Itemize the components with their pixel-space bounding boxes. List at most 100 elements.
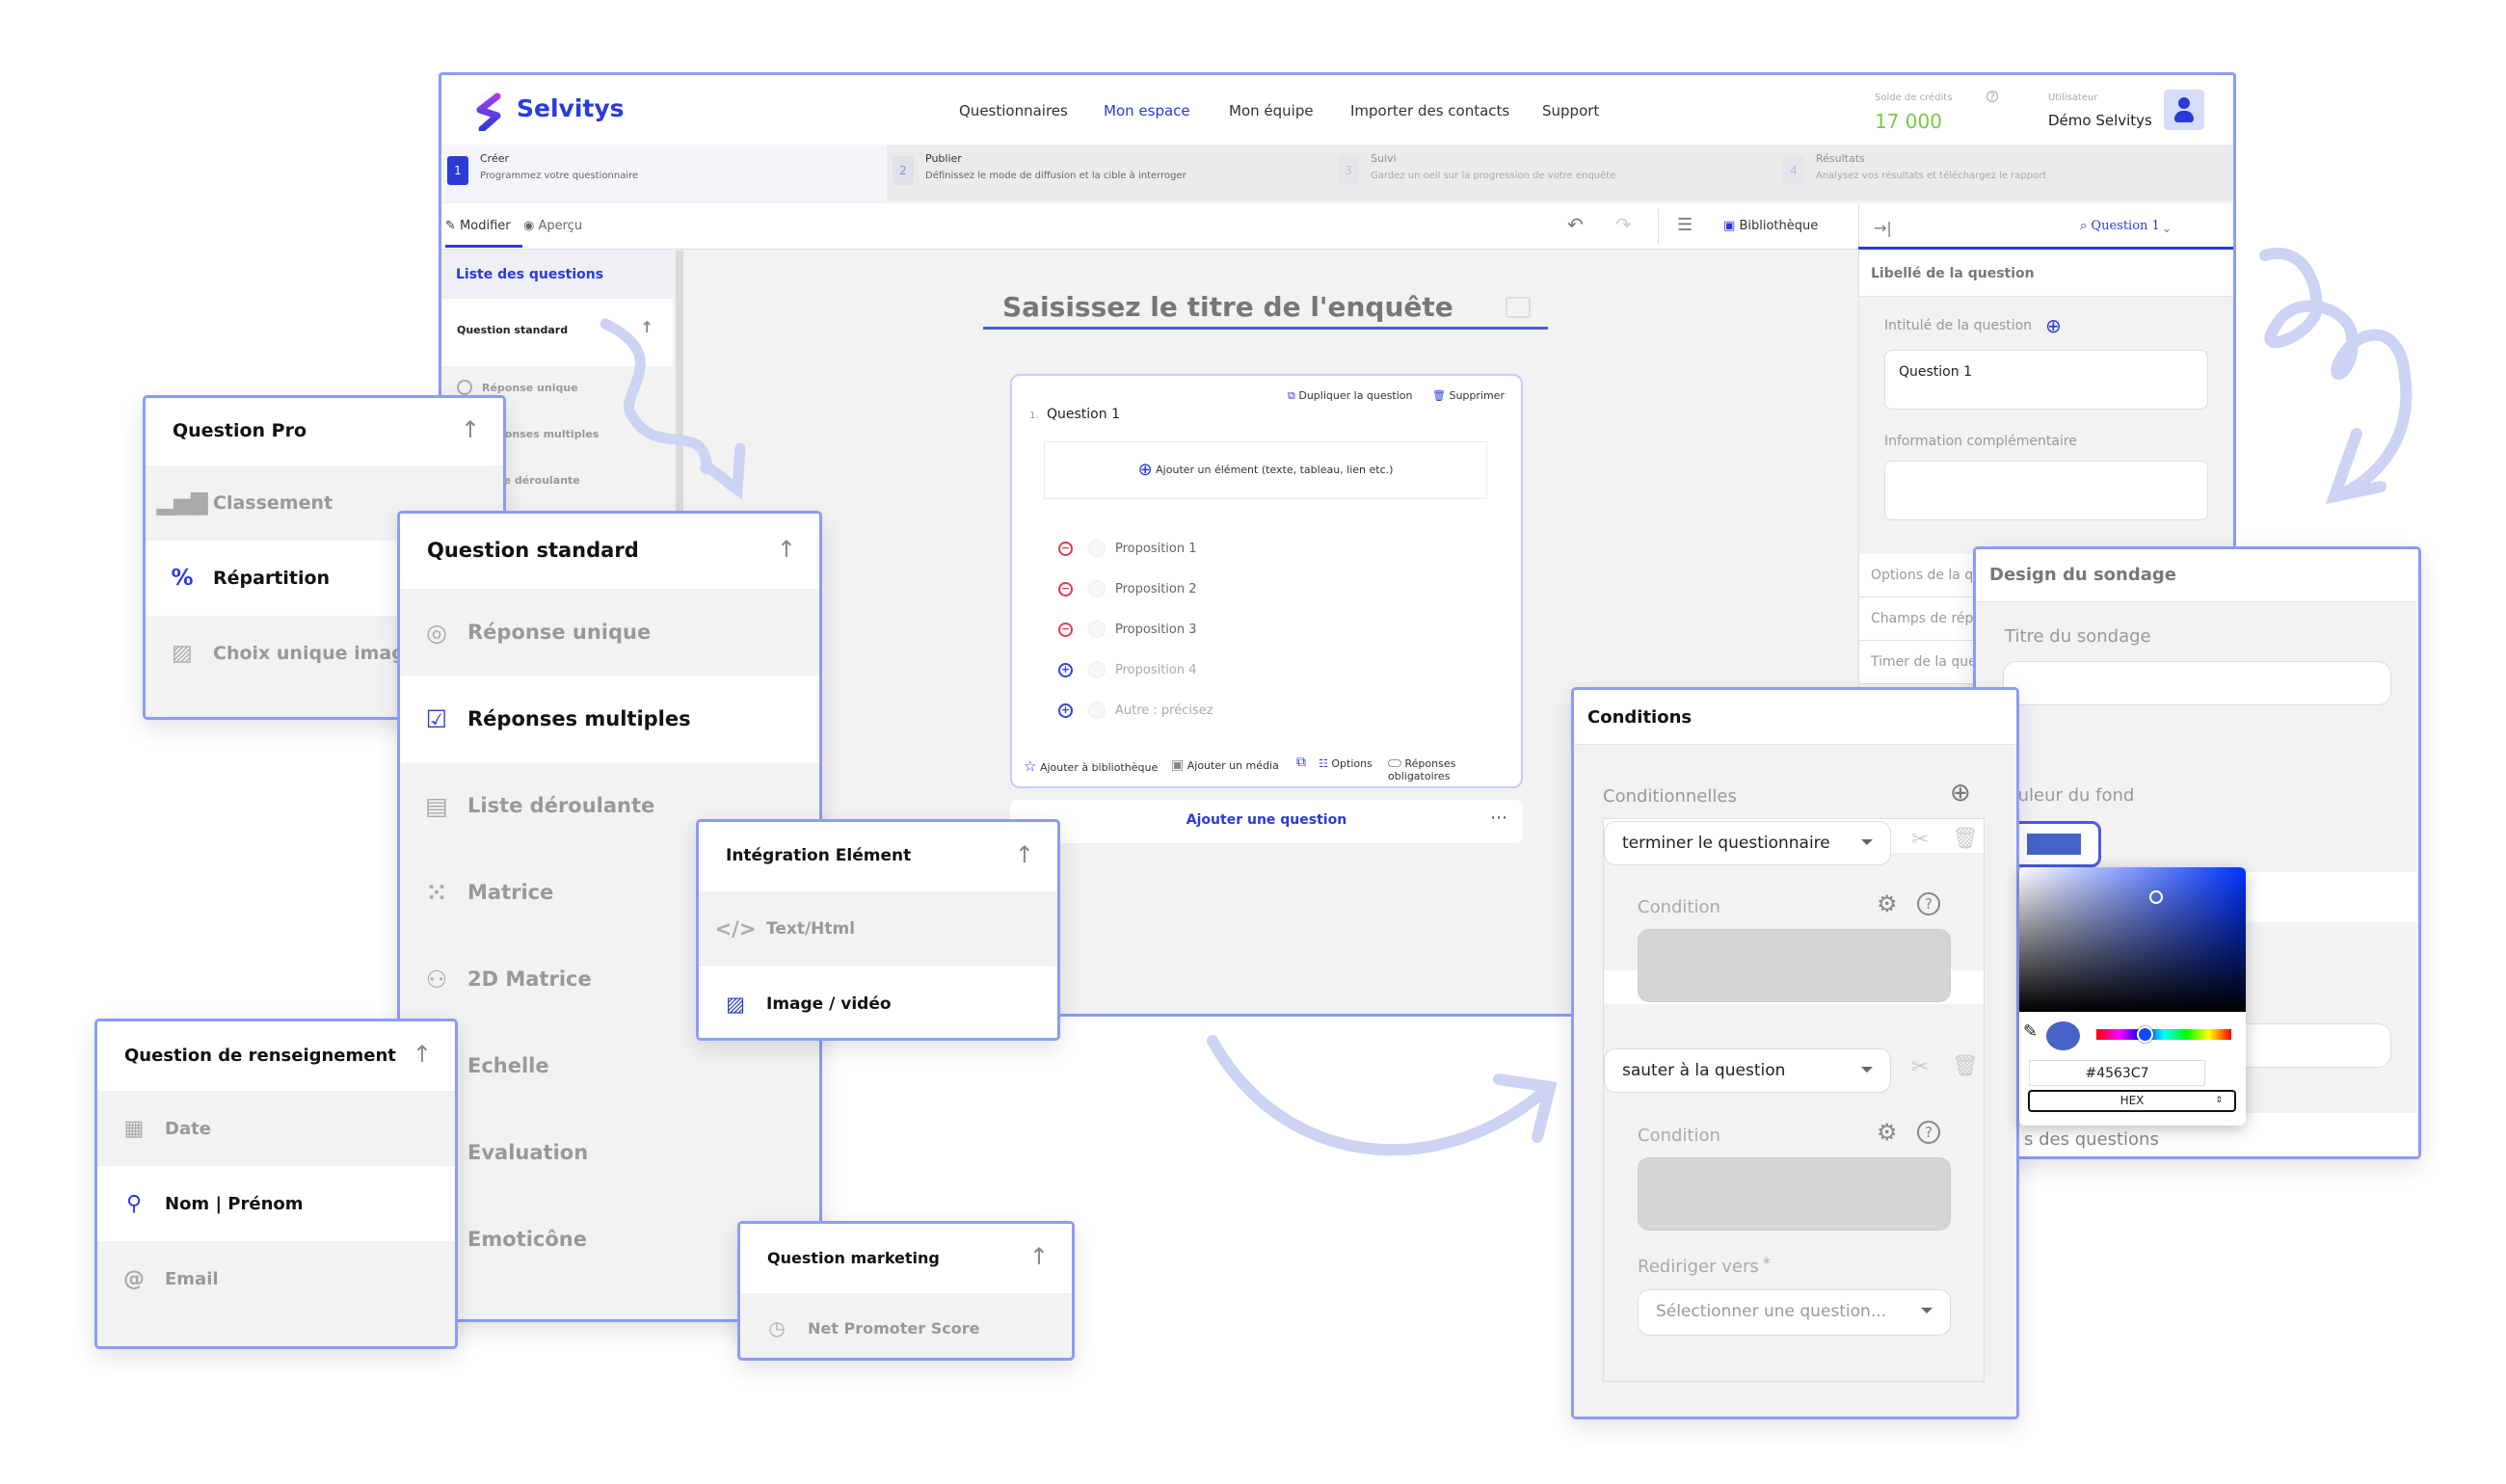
- radio-button[interactable]: [1088, 580, 1106, 597]
- arrow-up-icon[interactable]: ↑: [1015, 841, 1034, 868]
- panel-item[interactable]: ⚲ Nom | Prénom: [97, 1166, 455, 1241]
- radio-button[interactable]: [1088, 661, 1106, 678]
- tab-apercu[interactable]: ◉ Aperçu: [523, 219, 582, 233]
- add-media-button[interactable]: ▣ Ajouter un média: [1171, 757, 1279, 773]
- help-circle-icon[interactable]: ?: [1917, 1121, 1940, 1144]
- eyedropper-icon[interactable]: ✎: [2023, 1021, 2038, 1042]
- add-condition-icon[interactable]: ⊕: [1950, 779, 1971, 808]
- radio-button[interactable]: [1088, 621, 1106, 638]
- condition-action-select-2[interactable]: sauter à la question: [1604, 1048, 1891, 1093]
- hue-slider-thumb[interactable]: [2137, 1026, 2154, 1043]
- trash-icon[interactable]: 🗑: [1952, 827, 1979, 851]
- remove-circle-icon[interactable]: −: [1058, 581, 1073, 596]
- remove-circle-icon[interactable]: −: [1058, 541, 1073, 556]
- duplicate-question-button[interactable]: ⧉ Dupliquer la question: [1288, 389, 1412, 403]
- panel-item[interactable]: ▨ Image / vidéo: [699, 967, 1057, 1038]
- info-textarea[interactable]: [1884, 461, 2208, 520]
- top-header: Selvitys Questionnaires Mon espace Mon é…: [441, 75, 2233, 145]
- add-circle-icon[interactable]: ⊕: [2045, 314, 2062, 337]
- help-circle-icon[interactable]: ?: [1917, 892, 1940, 915]
- image-icon[interactable]: [1506, 297, 1531, 318]
- panel-item[interactable]: ◷ Net Promoter Score: [740, 1293, 1072, 1358]
- color-picker: ✎ #4563C7 HEX ⇕: [2019, 867, 2246, 1126]
- redirect-label: Rediriger vers: [1638, 1257, 1759, 1277]
- survey-title-field[interactable]: [2003, 661, 2391, 705]
- condition-textarea-1[interactable]: [1638, 929, 1951, 1002]
- nav-mon-equipe[interactable]: Mon équipe: [1229, 102, 1314, 119]
- panel-item[interactable]: </> Text/Html: [699, 891, 1057, 967]
- nav-support[interactable]: Support: [1542, 102, 1599, 119]
- sidebar-group-standard[interactable]: Question standard ↑: [441, 299, 673, 366]
- panel-item[interactable]: ▦ Date: [97, 1091, 455, 1166]
- options-button[interactable]: ☷ Options: [1319, 757, 1373, 770]
- panel-header[interactable]: Intégration Elément ↑: [699, 822, 1057, 891]
- add-element-button[interactable]: ⊕ Ajouter un élément (texte, tableau, li…: [1044, 441, 1487, 499]
- percent-icon: %: [171, 566, 194, 591]
- arrow-up-icon[interactable]: ↑: [641, 318, 653, 336]
- add-question-bar[interactable]: Ajouter une question ⋯: [1010, 800, 1523, 843]
- settings-sliders-icon[interactable]: ☰: [1677, 215, 1693, 235]
- step-resultats[interactable]: 4 Résultats Analysez vos résultats et télé…: [1777, 145, 2223, 200]
- panel-header[interactable]: Question de renseignement ↑: [97, 1021, 455, 1091]
- panel-item[interactable]: @ Email: [97, 1241, 455, 1316]
- panel-item[interactable]: ◎ Réponse unique: [400, 589, 819, 676]
- arrow-up-icon[interactable]: ↑: [1029, 1243, 1049, 1270]
- hue-slider[interactable]: [2096, 1029, 2231, 1040]
- panel-header[interactable]: Question standard ↑: [400, 514, 819, 589]
- step-creer[interactable]: 1 Créer Programmez votre questionnaire: [441, 145, 887, 200]
- star-icon: ☆: [1024, 757, 1037, 775]
- radio-icon: [457, 380, 472, 395]
- proposition-label[interactable]: Proposition 1: [1115, 542, 1197, 556]
- survey-title-input[interactable]: Saisissez le titre de l'enquête: [983, 289, 1548, 330]
- add-circle-icon[interactable]: +: [1058, 702, 1073, 718]
- collapse-panel-icon[interactable]: →|: [1874, 219, 1892, 237]
- proposition-label[interactable]: Proposition 3: [1115, 623, 1197, 637]
- nav-importer-contacts[interactable]: Importer des contacts: [1350, 102, 1509, 119]
- gear-icon[interactable]: ⚙: [1877, 1119, 1898, 1146]
- avatar[interactable]: [2164, 90, 2204, 130]
- step-publier[interactable]: 2 Publier Définissez le mode de diffusion …: [887, 145, 1332, 200]
- copy-icon[interactable]: ⧉: [1296, 755, 1306, 770]
- undo-icon[interactable]: ↶: [1567, 213, 1584, 236]
- arrow-up-icon[interactable]: ↑: [777, 536, 796, 563]
- delete-question-button[interactable]: 🗑 Supprimer: [1432, 389, 1505, 402]
- step-suivi[interactable]: 3 Suivi Gardez un oeil sur la progression …: [1332, 145, 1777, 200]
- proposition-label[interactable]: Proposition 4: [1115, 663, 1197, 677]
- nav-mon-espace[interactable]: Mon espace: [1104, 102, 1190, 119]
- color-mode-select[interactable]: HEX ⇕: [2028, 1090, 2236, 1112]
- gear-icon[interactable]: ⚙: [1877, 890, 1898, 917]
- panel-item[interactable]: Evaluation: [400, 1109, 819, 1196]
- bibliotheque-button[interactable]: ▣ Bibliothèque: [1723, 219, 1818, 233]
- question-title[interactable]: Question 1: [1047, 407, 1120, 422]
- add-to-library-button[interactable]: ☆ Ajouter à bibliothèque: [1024, 757, 1158, 775]
- help-icon[interactable]: ?: [1986, 91, 1998, 102]
- add-circle-icon[interactable]: +: [1058, 662, 1073, 677]
- saturation-area[interactable]: [2019, 867, 2246, 1012]
- arrow-up-icon[interactable]: ↑: [461, 416, 480, 443]
- required-answers-toggle[interactable]: Réponses obligatoires: [1388, 757, 1521, 782]
- condition-textarea-2[interactable]: [1638, 1157, 1951, 1231]
- proposition-label[interactable]: Proposition 2: [1115, 582, 1197, 596]
- redo-icon[interactable]: ↷: [1615, 213, 1632, 236]
- nav-questionnaires[interactable]: Questionnaires: [959, 102, 1068, 119]
- unlink-icon[interactable]: ✂: [1911, 1055, 1929, 1079]
- more-options-icon[interactable]: ⋯: [1490, 808, 1507, 828]
- hex-input[interactable]: #4563C7: [2029, 1060, 2205, 1086]
- saturation-handle[interactable]: [2149, 890, 2163, 904]
- radio-button[interactable]: [1088, 702, 1106, 719]
- remove-circle-icon[interactable]: −: [1058, 622, 1073, 637]
- redirect-question-select[interactable]: Sélectionner une question...: [1638, 1289, 1951, 1336]
- trash-icon[interactable]: 🗑: [1952, 1054, 1979, 1078]
- tab-modifier[interactable]: ✎ Modifier: [445, 219, 522, 248]
- arrow-up-icon[interactable]: ↑: [413, 1041, 432, 1068]
- condition-action-select-1[interactable]: terminer le questionnaire: [1604, 821, 1891, 865]
- panel-item[interactable]: ☑ Réponses multiples: [400, 676, 819, 762]
- question-selector[interactable]: ⌕ Question 1 ⌄: [2080, 219, 2170, 233]
- panel-header[interactable]: Question marketing ↑: [740, 1224, 1072, 1293]
- panel-header[interactable]: Question Pro ↑: [146, 398, 503, 465]
- radio-button[interactable]: [1088, 540, 1106, 557]
- unlink-icon[interactable]: ✂: [1911, 828, 1929, 852]
- intitule-textarea[interactable]: Question 1: [1884, 350, 2208, 410]
- proposition-label[interactable]: Autre : précisez: [1115, 703, 1213, 718]
- color-swatch: [2027, 834, 2081, 855]
